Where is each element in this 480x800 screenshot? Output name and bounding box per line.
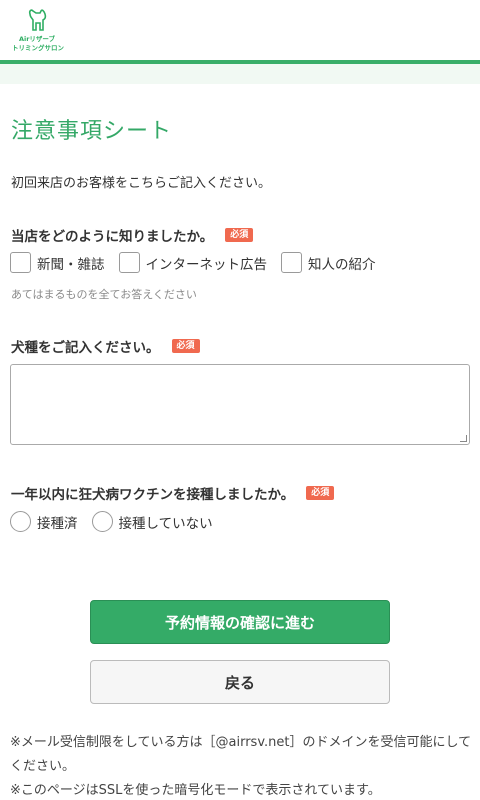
checkbox-internet-ad[interactable] bbox=[118, 252, 140, 273]
brand-line2: トリミングサロン bbox=[12, 43, 64, 52]
intro-text: 初回来店のお客様をこちらご記入ください。 bbox=[11, 176, 272, 191]
how-found-hint: あてはまるものを全てお答えください bbox=[11, 288, 197, 301]
question-label: 犬種をご記入ください。 bbox=[11, 340, 160, 356]
option-label: 接種していない bbox=[118, 515, 213, 532]
question-rabies-vaccine: 一年以内に狂犬病ワクチンを接種しましたか。 必須 bbox=[11, 483, 335, 503]
brand-line1: Airリザーブ bbox=[18, 35, 56, 43]
radio-not-vaccinated[interactable] bbox=[91, 511, 113, 532]
question-label: 一年以内に狂犬病ワクチンを接種しましたか。 bbox=[11, 487, 295, 503]
option-not-vaccinated[interactable]: 接種していない bbox=[91, 511, 213, 532]
option-newspaper[interactable]: 新聞・雑誌 bbox=[10, 252, 105, 273]
required-badge: 必須 bbox=[225, 228, 254, 242]
required-badge: 必須 bbox=[306, 486, 335, 500]
option-internet-ad[interactable]: インターネット広告 bbox=[118, 252, 268, 273]
checkbox-newspaper[interactable] bbox=[10, 252, 31, 273]
confirm-reservation-button[interactable]: 予約情報の確認に進む bbox=[90, 600, 390, 644]
footer-notes: ※メール受信制限をしている方は［@airrsv.net］のドメインを受信可能にし… bbox=[10, 731, 472, 800]
radio-vaccinated[interactable] bbox=[10, 511, 31, 532]
header: Airリザーブ トリミングサロン bbox=[0, 0, 480, 60]
option-label: インターネット広告 bbox=[145, 256, 268, 273]
question-how-found: 当店をどのように知りましたか。 必須 bbox=[11, 225, 254, 245]
note-email-domain: ※メール受信制限をしている方は［@airrsv.net］のドメインを受信可能にし… bbox=[10, 735, 472, 774]
option-label: 知人の紹介 bbox=[308, 256, 376, 273]
option-referral[interactable]: 知人の紹介 bbox=[281, 252, 376, 273]
dog-logo-icon bbox=[28, 9, 47, 31]
sub-header-band bbox=[0, 64, 480, 84]
question-label: 当店をどのように知りましたか。 bbox=[11, 229, 214, 245]
logo[interactable]: Airリザーブ トリミングサロン bbox=[12, 8, 64, 54]
resize-handle-icon[interactable] bbox=[460, 435, 467, 442]
page-title: 注意事項シート bbox=[11, 119, 173, 144]
required-badge: 必須 bbox=[171, 339, 200, 353]
how-found-options: 新聞・雑誌 インターネット広告 知人の紹介 bbox=[10, 252, 390, 273]
dog-breed-textarea[interactable] bbox=[10, 364, 470, 445]
option-label: 新聞・雑誌 bbox=[37, 256, 105, 273]
note-ssl: ※このページはSSLを使った暗号化モードで表示されています。 bbox=[10, 783, 381, 798]
option-label: 接種済 bbox=[37, 515, 78, 532]
vaccine-options: 接種済 接種していない bbox=[10, 511, 227, 532]
question-dog-breed: 犬種をご記入ください。 必須 bbox=[11, 336, 200, 356]
option-vaccinated[interactable]: 接種済 bbox=[10, 511, 78, 532]
checkbox-referral[interactable] bbox=[281, 252, 302, 273]
back-button[interactable]: 戻る bbox=[90, 660, 390, 704]
